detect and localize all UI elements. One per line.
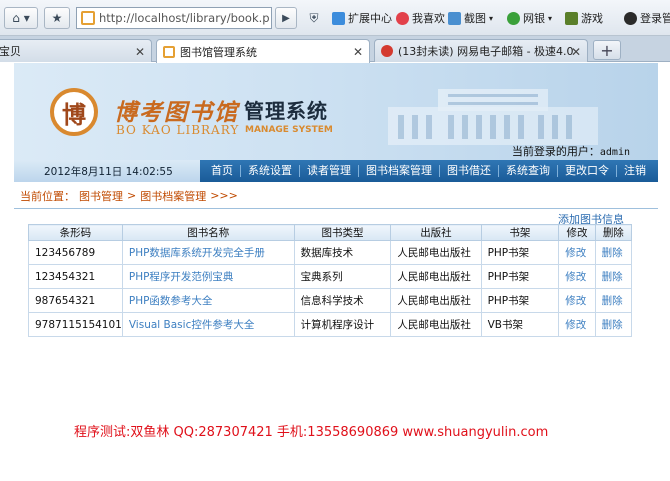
edit-link[interactable]: 修改: [558, 264, 596, 289]
close-icon[interactable]: ✕: [353, 45, 363, 59]
nav-book-archive[interactable]: 图书档案管理: [358, 165, 439, 177]
nav-home[interactable]: 首页: [204, 165, 240, 177]
col-publisher: 出版社: [390, 224, 482, 241]
books-table: 条形码 图书名称 图书类型 出版社 书架 修改 删除 123456789 PHP…: [28, 224, 633, 337]
nav-settings[interactable]: 系统设置: [240, 165, 299, 177]
table-header-row: 条形码 图书名称 图书类型 出版社 书架 修改 删除: [28, 224, 633, 241]
delete-link[interactable]: 删除: [594, 240, 633, 265]
table-row: 123454321 PHP程序开发范例宝典 宝典系列 人民邮电出版社 PHP书架…: [28, 264, 633, 289]
home-button[interactable]: ⌂ ▾: [4, 7, 38, 29]
edit-link[interactable]: 修改: [558, 240, 596, 265]
key-icon: [624, 11, 637, 25]
gamepad-icon: [565, 11, 578, 25]
table-row: 9787115154101 Visual Basic控件参考大全 计算机程序设计…: [28, 312, 633, 337]
play-icon: ▶: [282, 12, 290, 24]
footer-note: 程序测试:双鱼林 QQ:287307421 手机:13558690869 www…: [74, 425, 549, 440]
col-delete: 删除: [594, 224, 633, 241]
star-icon: ★: [51, 11, 63, 25]
close-icon[interactable]: ✕: [571, 45, 581, 59]
book-title-link[interactable]: PHP函数参考大全: [121, 288, 295, 313]
table-row: 987654321 PHP函数参考大全 信息科学技术 人民邮电出版社 PHP书架…: [28, 288, 633, 313]
logo-english: BO KAO LIBRARY: [116, 123, 240, 137]
book-title-link[interactable]: PHP数据库系统开发完全手册: [121, 240, 295, 265]
tab-baobei[interactable]: 宝贝 ✕: [0, 39, 152, 62]
edit-link[interactable]: 修改: [558, 288, 596, 313]
breadcrumb-book-archive[interactable]: 图书档案管理: [140, 188, 206, 204]
bank-icon: [507, 11, 520, 25]
col-shelf: 书架: [480, 224, 560, 241]
address-bar[interactable]: http://localhost/library/book.p: [76, 7, 272, 29]
mail-icon: [381, 45, 393, 57]
address-text: http://localhost/library/book.p: [99, 11, 270, 25]
current-datetime: 2012年8月11日 14:02:55: [14, 160, 200, 182]
nav-menu: 首页 系统设置 读者管理 图书档案管理 图书借还 系统查询 更改口令 注销: [204, 165, 653, 177]
user-name: admin: [599, 147, 630, 158]
breadcrumb: 当前位置： 图书管理 > 图书档案管理 >>>: [14, 183, 658, 209]
logo-chinese: 博考图书馆: [114, 99, 239, 126]
ext-login[interactable]: 登录管家: [624, 10, 670, 26]
nav-logout[interactable]: 注销: [616, 165, 653, 177]
logo-seal: 博: [50, 88, 98, 136]
col-title: 图书名称: [121, 224, 295, 241]
scissors-icon: [448, 11, 461, 25]
nav-readers[interactable]: 读者管理: [299, 165, 358, 177]
table-row: 123456789 PHP数据库系统开发完全手册 数据库技术 人民邮电出版社 P…: [28, 240, 633, 265]
nav-borrow-return[interactable]: 图书借还: [439, 165, 498, 177]
tab-library[interactable]: 图书馆管理系统 ✕: [156, 39, 370, 63]
page-content: 博 博考图书馆 管理系统 BO KAO LIBRARY MANAGE SYSTE…: [0, 63, 670, 481]
security-button[interactable]: ⛨: [302, 7, 326, 29]
main-nav: 2012年8月11日 14:02:55 首页 系统设置 读者管理 图书档案管理 …: [14, 160, 658, 182]
logo-english-system: MANAGE SYSTEM: [245, 125, 333, 135]
logo-system-name: 管理系统: [244, 99, 328, 123]
ext-screenshot[interactable]: 截图 ▾: [448, 10, 493, 26]
site-banner: 博 博考图书馆 管理系统 BO KAO LIBRARY MANAGE SYSTE…: [14, 63, 658, 160]
new-tab-button[interactable]: +: [593, 40, 621, 60]
col-edit: 修改: [558, 224, 596, 241]
plus-icon: +: [600, 40, 614, 60]
nav-query[interactable]: 系统查询: [498, 165, 557, 177]
shield-icon: ⛨: [309, 10, 319, 25]
ext-center[interactable]: 扩展中心: [332, 10, 392, 26]
home-icon: ⌂ ▾: [12, 11, 30, 25]
favorites-button[interactable]: ★: [44, 7, 70, 29]
ext-games[interactable]: 游戏: [565, 10, 603, 26]
go-button[interactable]: ▶: [275, 7, 297, 29]
page-icon: [163, 45, 175, 58]
nav-change-password[interactable]: 更改口令: [557, 165, 616, 177]
ext-bank[interactable]: 网银 ▾: [507, 10, 552, 26]
heart-icon: [396, 11, 409, 25]
current-user: 当前登录的用户：admin: [511, 145, 630, 158]
book-title-link[interactable]: Visual Basic控件参考大全: [121, 312, 295, 337]
col-type: 图书类型: [293, 224, 392, 241]
browser-toolbar: ⌂ ▾ ★ http://localhost/library/book.p ▶ …: [0, 0, 670, 36]
col-barcode: 条形码: [28, 224, 123, 241]
puzzle-icon: [332, 11, 345, 25]
tab-label: 图书馆管理系统: [180, 45, 257, 59]
page-icon: [81, 11, 95, 25]
book-title-link[interactable]: PHP程序开发范例宝典: [121, 264, 295, 289]
tab-label: (13封未读) 网易电子邮箱 - 极速4.0: [398, 45, 574, 58]
delete-link[interactable]: 删除: [594, 264, 633, 289]
delete-link[interactable]: 删除: [594, 288, 633, 313]
tab-strip: 宝贝 ✕ 图书馆管理系统 ✕ (13封未读) 网易电子邮箱 - 极速4.0 ✕ …: [0, 36, 670, 63]
building-illustration: [388, 89, 598, 145]
delete-link[interactable]: 删除: [594, 312, 633, 337]
edit-link[interactable]: 修改: [558, 312, 596, 337]
tab-label: 宝贝: [0, 45, 21, 58]
tab-mail[interactable]: (13封未读) 网易电子邮箱 - 极速4.0 ✕: [374, 39, 588, 62]
close-icon[interactable]: ✕: [135, 45, 145, 59]
breadcrumb-book-management[interactable]: 图书管理: [79, 188, 123, 204]
ext-like[interactable]: 我喜欢: [396, 10, 445, 26]
